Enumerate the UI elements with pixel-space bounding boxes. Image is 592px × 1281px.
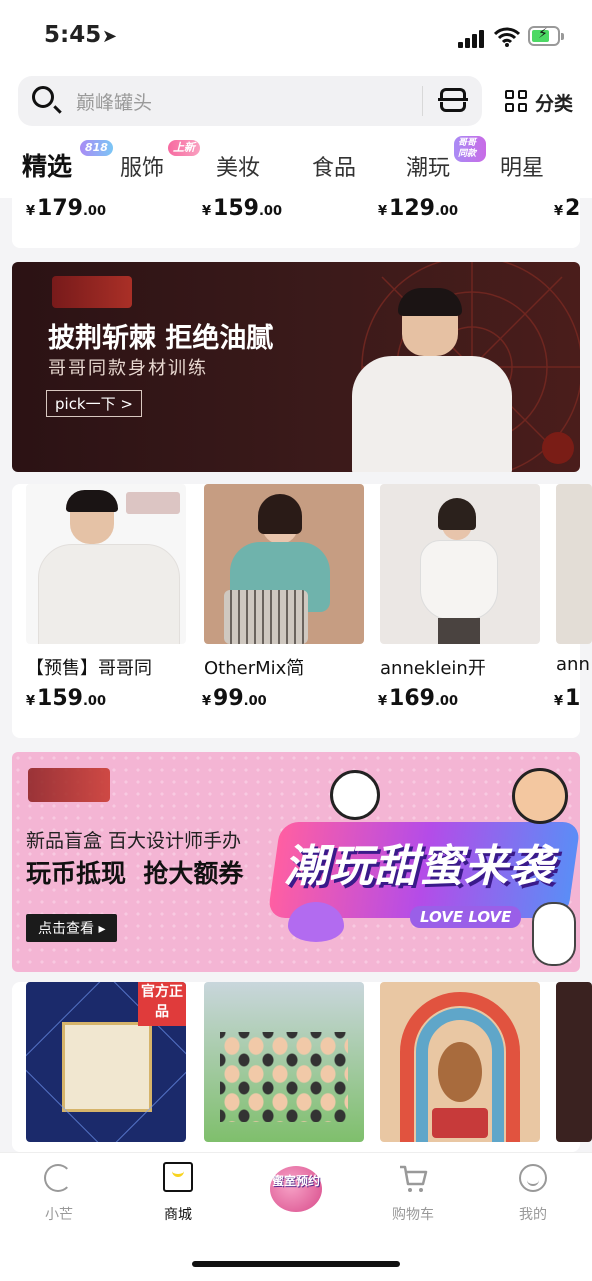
official-badge: 官方正品 (138, 982, 186, 1026)
nav-label-home[interactable]: 小芒 (19, 1204, 99, 1224)
rose-decor (542, 432, 574, 464)
toy-figure-icon (532, 902, 576, 966)
toy-figure-icon (330, 770, 380, 820)
product-price[interactable]: ¥159.00 (202, 196, 282, 221)
search-placeholder[interactable]: 巅峰罐头 (76, 88, 152, 115)
product-price[interactable]: ¥179.00 (26, 196, 106, 221)
location-arrow-icon: ➤ (102, 26, 118, 47)
product-image[interactable] (556, 484, 592, 644)
nav-label-profile[interactable]: 我的 (493, 1204, 573, 1224)
product-image[interactable] (204, 484, 364, 644)
banner-headline: 潮玩甜蜜来袭 (284, 841, 554, 892)
nav-label-mall[interactable]: 商城 (138, 1204, 218, 1224)
category-button[interactable]: 分类 (535, 89, 573, 116)
product-price[interactable]: ¥99.00 (202, 686, 267, 711)
tab-badge: 上新 (168, 140, 200, 156)
product-price[interactable]: ¥169.00 (378, 686, 458, 711)
product-title[interactable]: ann (556, 654, 592, 675)
model-image (342, 288, 522, 472)
category-grid-icon[interactable] (505, 90, 527, 112)
banner-line2: 玩币抵现 抢大额券 (26, 859, 244, 888)
tab-badge: 哥哥同款 (454, 136, 486, 162)
tab-featured[interactable]: 精选 (22, 147, 72, 183)
wifi-icon (493, 26, 521, 48)
tab-beauty[interactable]: 美妆 (216, 150, 260, 182)
product-image[interactable] (380, 484, 540, 644)
tab-food[interactable]: 食品 (312, 150, 356, 182)
scan-icon[interactable] (438, 86, 468, 114)
product-price[interactable]: ¥129.00 (378, 196, 458, 221)
product-image[interactable]: 官方正品 (26, 982, 186, 1142)
product-price[interactable]: ¥1 (554, 686, 592, 711)
profile-icon[interactable] (519, 1164, 547, 1192)
promo-banner-fitness[interactable]: 披荆斩棘 拒绝油腻 哥哥同款身材训练 pick一下 > (12, 262, 580, 472)
toy-figure-icon (512, 768, 568, 824)
product-image[interactable] (380, 982, 540, 1142)
shopping-bag-icon[interactable] (163, 1162, 193, 1192)
promo-banner-blindbox[interactable]: 新品盲盒 百大设计师手办 玩币抵现 抢大额券 点击查看 ▸ 潮玩甜蜜来袭 LOV… (12, 752, 580, 972)
banner-cta-button[interactable]: 点击查看 ▸ (26, 914, 118, 942)
product-title[interactable]: OtherMix简 (204, 654, 364, 680)
cart-icon[interactable] (398, 1164, 428, 1192)
product-image[interactable] (26, 484, 186, 644)
signal-icon (458, 30, 486, 48)
banner-line1: 新品盲盒 百大设计师手办 (26, 830, 242, 852)
search-divider (422, 86, 423, 116)
home-indicator[interactable] (192, 1261, 400, 1267)
product-title[interactable]: anneklein开 (380, 654, 540, 680)
product-image[interactable] (556, 982, 592, 1142)
heart-icon (288, 902, 344, 942)
nav-label-cart[interactable]: 购物车 (373, 1204, 453, 1224)
tab-badge: 818 (80, 140, 113, 156)
banner-subtitle: 哥哥同款身材训练 (48, 358, 208, 379)
product-image[interactable] (204, 982, 364, 1142)
banner-cta-button[interactable]: pick一下 > (46, 390, 142, 417)
status-time: 5:45 (44, 22, 102, 48)
banner-tag: LOVE LOVE (410, 906, 522, 928)
product-title[interactable]: 【预售】哥哥同 (26, 654, 186, 680)
banner-headline: 披荆斩棘 拒绝油腻 (48, 323, 274, 354)
tab-apparel[interactable]: 服饰 (120, 150, 164, 182)
show-logo (28, 768, 110, 802)
tab-stars[interactable]: 明星 (500, 150, 544, 182)
product-price[interactable]: ¥159.00 (26, 686, 106, 711)
mango-home-icon[interactable] (44, 1164, 72, 1192)
tab-trendy-toys[interactable]: 潮玩 (406, 150, 450, 182)
battery-icon: ⚡ (528, 26, 564, 46)
search-icon (32, 86, 54, 108)
escape-room-booking-button[interactable]: 蜜室预约 (270, 1166, 322, 1212)
product-price[interactable]: ¥2 (554, 196, 592, 221)
show-logo (52, 276, 132, 308)
